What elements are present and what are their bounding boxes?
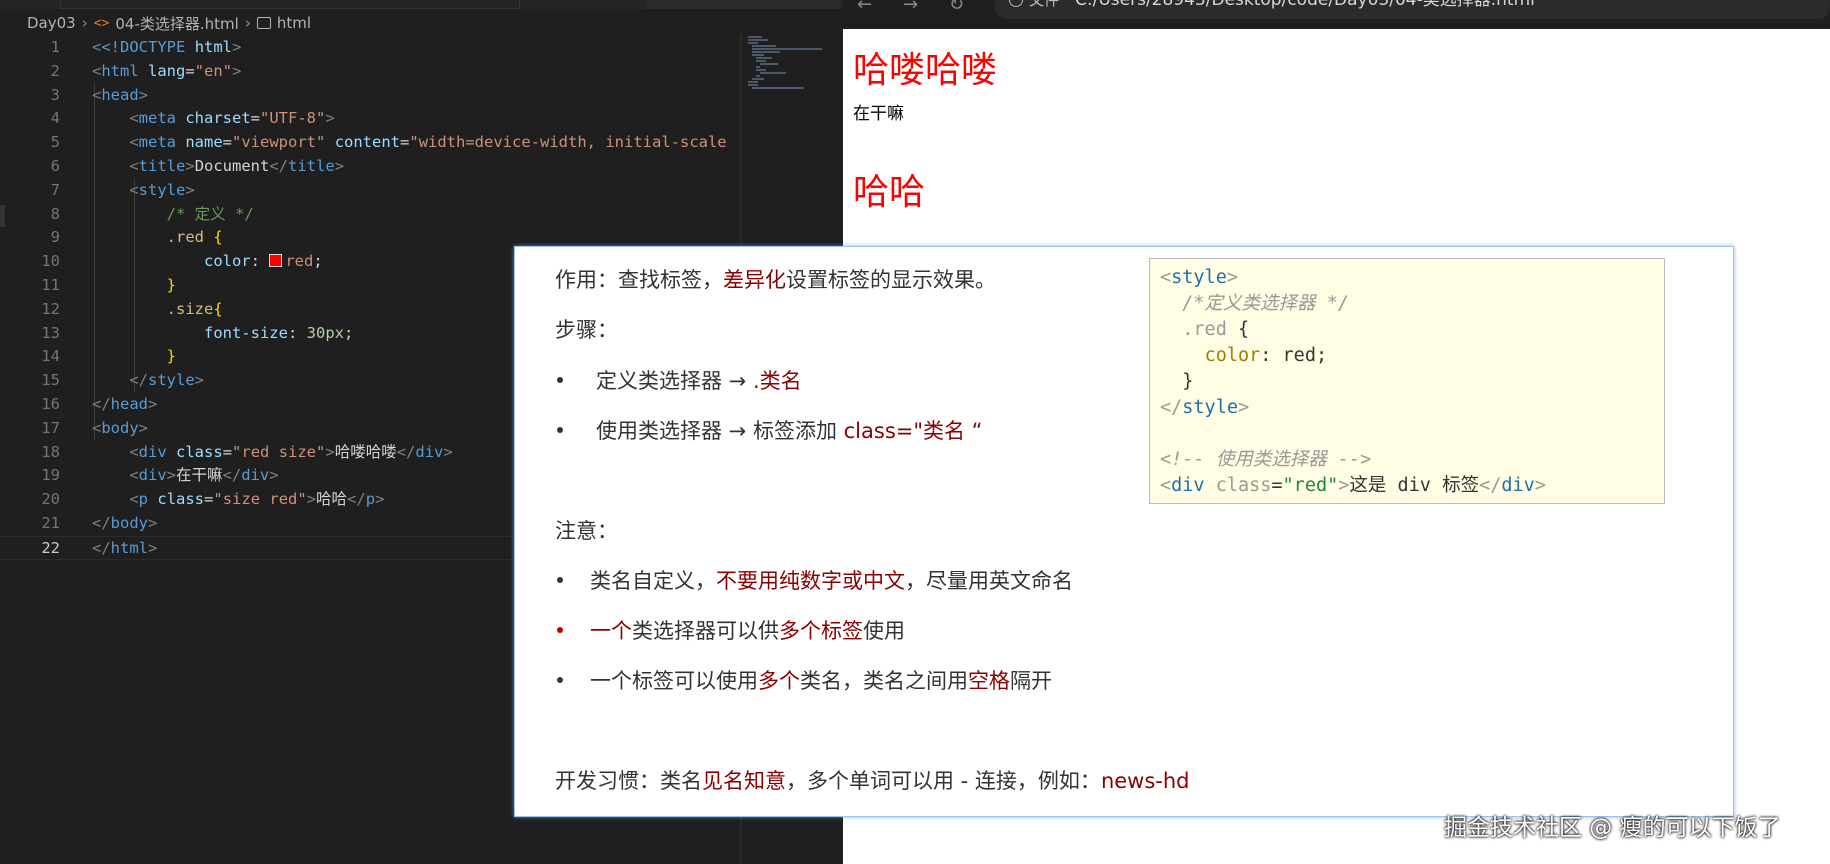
info-icon[interactable] xyxy=(1009,0,1023,7)
reload-icon[interactable]: ↻ xyxy=(949,0,964,15)
line-number: 19 xyxy=(41,466,60,485)
line-number: 11 xyxy=(41,275,60,294)
page-text: 在干嘛 xyxy=(853,104,904,124)
forward-icon[interactable]: → xyxy=(903,0,918,15)
color-swatch[interactable] xyxy=(269,254,283,268)
purpose-line: 作用：查找标签，差异化设置标签的显示效果。 xyxy=(555,268,996,292)
minimap[interactable] xyxy=(746,34,836,94)
line-number: 20 xyxy=(41,490,60,509)
breadcrumb-symbol[interactable]: html xyxy=(277,14,311,32)
line-number: 17 xyxy=(41,418,60,437)
line-number: 6 xyxy=(50,156,60,175)
steps-label: 步骤： xyxy=(555,318,618,342)
lesson-slide: 作用：查找标签，差异化设置标签的显示效果。 步骤： 定义类选择器 → .类名 使… xyxy=(514,246,1734,817)
code-line: 8 /* 定义 */ xyxy=(0,203,760,227)
line-number: 7 xyxy=(50,180,60,199)
code-line: 5 <meta name="viewport" content="width=d… xyxy=(0,131,760,155)
line-number: 15 xyxy=(41,371,60,390)
bullet-dot xyxy=(557,377,563,383)
line-number: 5 xyxy=(50,133,60,152)
address-chip[interactable]: 文件 xyxy=(1029,0,1059,9)
breadcrumb-file[interactable]: 04-类选择器.html xyxy=(115,13,238,34)
html-file-icon: <> xyxy=(93,15,110,31)
code-line: 1 <<!DOCTYPE html> xyxy=(0,36,760,60)
line-number: 13 xyxy=(41,323,60,342)
address-bar[interactable]: 文件 C:/Users/28943/Desktop/code/Day03/04-类… xyxy=(995,0,1830,19)
note-2: 一个类选择器可以供多个标签使用 xyxy=(590,619,905,643)
watermark: 掘金技术社区 @ 瘦的可以下饭了 xyxy=(1444,815,1781,841)
line-number: 10 xyxy=(41,252,60,271)
line-number: 4 xyxy=(50,109,60,128)
habit-line: 开发习惯：类名见名知意，多个单词可以用 - 连接，例如：news-hd xyxy=(555,769,1190,793)
line-number: 9 xyxy=(50,228,60,247)
browser-toolbar: ← → ↻ 文件 C:/Users/28943/Desktop/code/Day0… xyxy=(843,0,1830,29)
code-line: 4 <meta charset="UTF-8"> xyxy=(0,107,760,131)
code-line: 3 <head> xyxy=(0,84,760,108)
line-number: 14 xyxy=(41,347,60,366)
back-icon[interactable]: ← xyxy=(857,0,872,15)
bullet-dot xyxy=(557,677,563,683)
line-number: 18 xyxy=(41,442,60,461)
page-heading-1: 哈喽哈喽 xyxy=(853,50,998,91)
note-3: 一个标签可以使用多个类名，类名之间用空格隔开 xyxy=(590,669,1052,693)
line-number: 21 xyxy=(41,513,60,532)
code-line: 6 <title>Document</title> xyxy=(0,155,760,179)
breadcrumb: Day03 › <> 04-类选择器.html › html xyxy=(0,8,843,38)
step-2: 使用类选择器 → 标签添加 class="类名 “ xyxy=(596,419,983,443)
bullet-dot xyxy=(557,577,563,583)
note-1: 类名自定义，不要用纯数字或中文，尽量用英文命名 xyxy=(590,569,1073,593)
line-number: 1 xyxy=(50,38,60,56)
bullet-dot xyxy=(557,627,563,633)
line-number: 22 xyxy=(41,538,60,557)
line-number: 12 xyxy=(41,299,60,318)
line-number: 16 xyxy=(41,394,60,413)
symbol-element-icon xyxy=(256,17,271,29)
chevron-right-icon: › xyxy=(244,14,251,32)
bullet-dot xyxy=(557,427,563,433)
url-text[interactable]: C:/Users/28943/Desktop/code/Day03/04-类选择… xyxy=(1075,0,1535,10)
line-number: 2 xyxy=(50,61,60,80)
chevron-right-icon: › xyxy=(81,14,88,32)
notes-label: 注意： xyxy=(555,519,618,543)
line-number: 8 xyxy=(50,204,60,223)
breadcrumb-folder[interactable]: Day03 xyxy=(27,14,76,32)
line-number: 3 xyxy=(50,85,60,104)
step-1: 定义类选择器 → .类名 xyxy=(596,369,802,393)
code-line: 7 <style> xyxy=(0,179,760,203)
page-heading-2: 哈哈 xyxy=(853,172,926,213)
code-example-box: <style> /*定义类选择器 */ .red { color: red; }… xyxy=(1149,258,1665,504)
code-line: 2 <html lang="en"> xyxy=(0,60,760,84)
